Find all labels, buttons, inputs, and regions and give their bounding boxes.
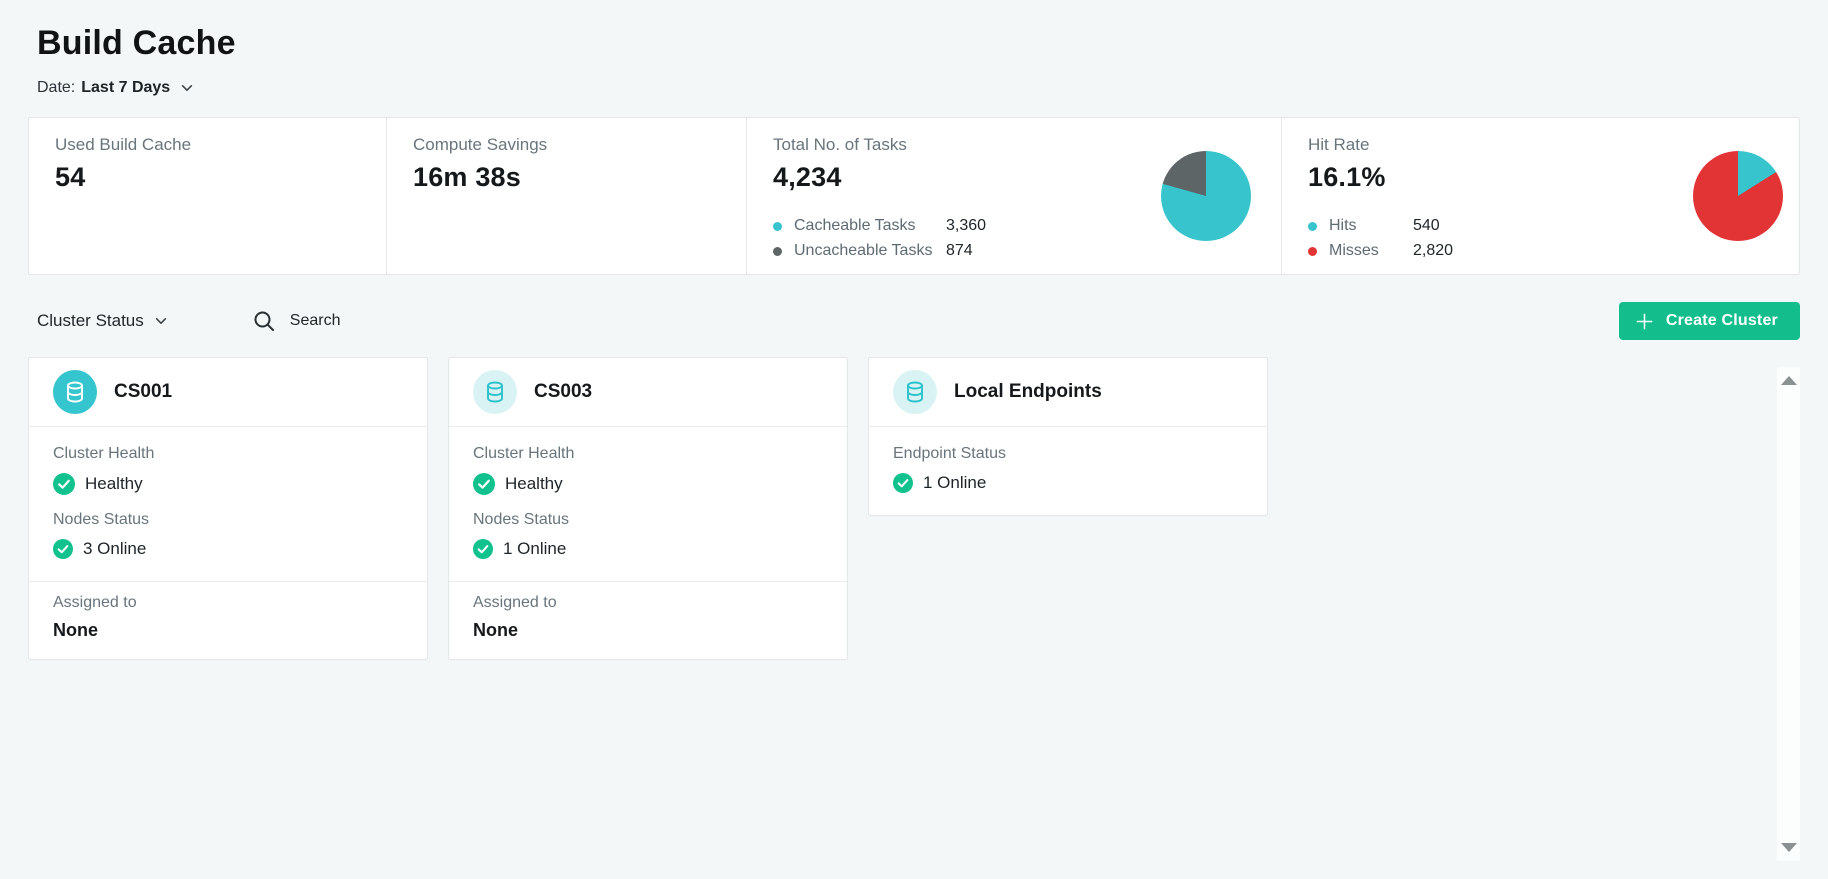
cluster-name: CS003 <box>534 381 592 403</box>
stat-value: 54 <box>55 162 386 193</box>
cluster-card[interactable]: CS001 Cluster Health Healthy Nodes Status 3 … <box>28 357 428 660</box>
cluster-cards: CS001 Cluster Health Healthy Nodes Status 3 … <box>28 357 1800 660</box>
cluster-status-filter[interactable]: Cluster Status <box>37 311 168 331</box>
cluster-card-header: Local Endpoints <box>869 358 1267 427</box>
cluster-card-header: CS001 <box>29 358 427 427</box>
stat-value: 16m 38s <box>413 162 746 193</box>
status-row: Healthy <box>53 473 403 495</box>
status-text: 1 Online <box>503 539 566 559</box>
scroll-down-arrow[interactable] <box>1781 843 1797 852</box>
check-circle-icon <box>473 473 495 495</box>
check-circle-icon <box>53 539 73 559</box>
cluster-name: Local Endpoints <box>954 381 1102 403</box>
hit-rate-pie-chart <box>1693 151 1783 241</box>
stats-bar: Used Build Cache 54 Compute Savings 16m … <box>28 117 1800 275</box>
toolbar: Cluster Status Search Create Cluster <box>28 301 1800 341</box>
cluster-avatar <box>53 370 97 414</box>
field-label: Nodes Status <box>473 511 823 529</box>
status-text: 3 Online <box>83 539 146 559</box>
stat-compute-savings: Compute Savings 16m 38s <box>386 118 746 274</box>
cluster-card-header: CS003 <box>449 358 847 427</box>
status-text: 1 Online <box>923 473 986 493</box>
legend-row: Uncacheable Tasks874 <box>773 242 1281 260</box>
legend-value: 540 <box>1413 217 1440 235</box>
status-text: Healthy <box>505 474 563 494</box>
assigned-to-value: None <box>53 620 403 641</box>
status-text: Healthy <box>85 474 143 494</box>
field-label: Cluster Health <box>473 445 823 463</box>
assigned-to-label: Assigned to <box>53 594 403 612</box>
check-circle-icon <box>473 539 493 559</box>
stat-used-build-cache: Used Build Cache 54 <box>29 118 386 274</box>
database-icon <box>63 380 87 404</box>
cluster-card-footer: Assigned to None <box>29 581 427 659</box>
status-row: 1 Online <box>893 473 1243 493</box>
legend-label: Cacheable Tasks <box>794 217 946 235</box>
legend-value: 3,360 <box>946 217 986 235</box>
legend-row: Misses2,820 <box>1308 242 1799 260</box>
status-row: 1 Online <box>473 539 823 559</box>
plus-icon <box>1635 312 1654 331</box>
scrollbar[interactable] <box>1777 367 1800 861</box>
cluster-card[interactable]: CS003 Cluster Health Healthy Nodes Status 1 … <box>448 357 848 660</box>
legend-dot-icon <box>1308 247 1317 256</box>
legend-dot-icon <box>773 222 782 231</box>
search-icon <box>252 309 276 333</box>
cluster-name: CS001 <box>114 381 172 403</box>
check-circle-icon <box>893 473 913 493</box>
check-circle-icon <box>53 473 75 495</box>
legend-label: Uncacheable Tasks <box>794 242 946 260</box>
cluster-card-body: Cluster Health Healthy Nodes Status 1 Onlin… <box>449 427 847 581</box>
date-filter-label: Date: <box>37 79 75 97</box>
legend-value: 2,820 <box>1413 242 1453 260</box>
date-filter-value: Last 7 Days <box>81 79 170 97</box>
field-label: Cluster Health <box>53 445 403 463</box>
stat-label: Used Build Cache <box>55 135 386 155</box>
cluster-card[interactable]: Local Endpoints Endpoint Status 1 Online <box>868 357 1268 516</box>
legend-dot-icon <box>1308 222 1317 231</box>
stat-hit-rate: Hit Rate 16.1% Hits540Misses2,820 <box>1281 118 1799 274</box>
status-row: 3 Online <box>53 539 403 559</box>
cluster-card-body: Endpoint Status 1 Online <box>869 427 1267 515</box>
stat-label: Compute Savings <box>413 135 746 155</box>
create-cluster-button[interactable]: Create Cluster <box>1619 302 1800 340</box>
cluster-status-filter-label: Cluster Status <box>37 311 144 331</box>
database-icon <box>483 380 507 404</box>
legend-label: Hits <box>1329 217 1413 235</box>
status-row: Healthy <box>473 473 823 495</box>
cluster-card-footer: Assigned to None <box>449 581 847 659</box>
search-label: Search <box>290 312 341 330</box>
tasks-pie-chart <box>1161 151 1251 241</box>
chevron-down-icon <box>154 314 168 328</box>
cluster-card-body: Cluster Health Healthy Nodes Status 3 Onlin… <box>29 427 427 581</box>
field-label: Endpoint Status <box>893 445 1243 463</box>
cluster-avatar <box>473 370 517 414</box>
date-filter-dropdown[interactable]: Date: Last 7 Days <box>37 79 194 97</box>
legend-value: 874 <box>946 242 973 260</box>
scroll-up-arrow[interactable] <box>1781 376 1797 385</box>
search[interactable]: Search <box>252 309 341 333</box>
assigned-to-label: Assigned to <box>473 594 823 612</box>
create-cluster-button-label: Create Cluster <box>1666 312 1778 330</box>
chevron-down-icon <box>180 81 194 95</box>
build-cache-page: Build Cache Date: Last 7 Days Used Build… <box>0 0 1828 879</box>
field-label: Nodes Status <box>53 511 403 529</box>
assigned-to-value: None <box>473 620 823 641</box>
page-title: Build Cache <box>37 24 1800 63</box>
cluster-avatar <box>893 370 937 414</box>
stat-total-tasks: Total No. of Tasks 4,234 Cacheable Tasks… <box>746 118 1281 274</box>
legend-dot-icon <box>773 247 782 256</box>
database-icon <box>903 380 927 404</box>
legend-label: Misses <box>1329 242 1413 260</box>
